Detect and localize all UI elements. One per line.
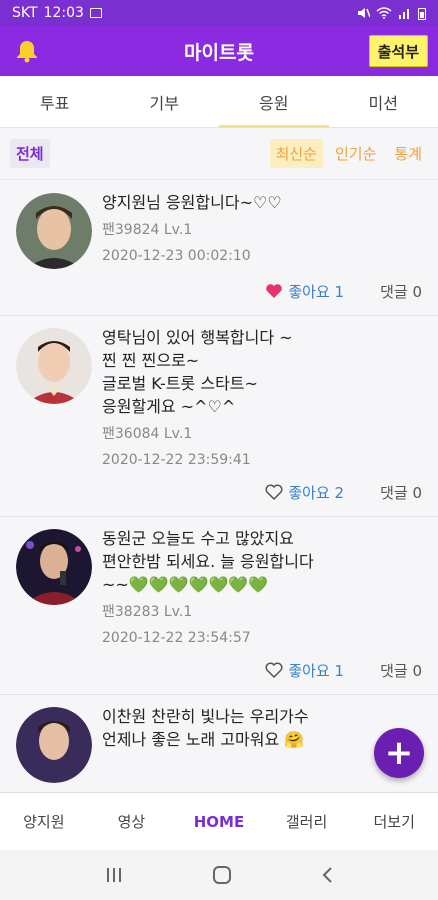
bottom-nav: 양지원 영상 HOME 갤러리 더보기 bbox=[0, 792, 438, 850]
post-message: 이찬원 찬란히 빛나는 우리가수 언제나 좋은 노래 고마워요 🤗 bbox=[102, 707, 309, 749]
heart-filled-icon bbox=[266, 284, 283, 298]
app-bar: 마이트롯 출석부 bbox=[0, 26, 438, 76]
tab-vote[interactable]: 투표 bbox=[0, 76, 110, 127]
like-button[interactable]: 좋아요 1 bbox=[265, 281, 344, 302]
bell-icon[interactable] bbox=[14, 38, 40, 64]
signal-icon bbox=[399, 9, 409, 19]
image-notification-icon bbox=[89, 8, 102, 18]
mute-icon bbox=[358, 8, 370, 18]
comment-count[interactable]: 댓글 0 bbox=[380, 281, 422, 302]
comment-count[interactable]: 댓글 0 bbox=[380, 482, 422, 503]
wifi-icon bbox=[376, 7, 392, 19]
nav-gallery[interactable]: 갤러리 bbox=[263, 793, 351, 850]
post-date: 2020-12-22 23:54:57 bbox=[102, 630, 251, 646]
avatar[interactable] bbox=[16, 707, 92, 783]
post-item[interactable]: 영탁님이 있어 행복합니다 ~ 찐 찐 찐으로~ 글로벌 K-트롯 스타트~ 응… bbox=[0, 316, 438, 517]
nav-video[interactable]: 영상 bbox=[88, 793, 176, 850]
nav-home[interactable]: HOME bbox=[175, 793, 263, 850]
post-author: 팬39824 Lv.1 bbox=[102, 222, 193, 238]
comment-count[interactable]: 댓글 0 bbox=[380, 660, 422, 681]
system-nav-bar bbox=[0, 850, 438, 900]
like-button[interactable]: 좋아요 1 bbox=[265, 660, 344, 681]
avatar[interactable] bbox=[16, 529, 92, 605]
tab-mission[interactable]: 미션 bbox=[329, 76, 438, 127]
back-icon[interactable] bbox=[320, 865, 334, 885]
post-date: 2020-12-22 23:59:41 bbox=[102, 452, 251, 468]
avatar[interactable] bbox=[16, 193, 92, 269]
status-bar: SKT 12:03 bbox=[0, 0, 438, 26]
nav-yangjiwon[interactable]: 양지원 bbox=[0, 793, 88, 850]
post-item[interactable]: 이찬원 찬란히 빛나는 우리가수 언제나 좋은 노래 고마워요 🤗 bbox=[0, 695, 438, 791]
heart-outline-icon bbox=[265, 484, 283, 500]
post-author: 팬36084 Lv.1 bbox=[102, 426, 193, 442]
post-author: 팬38283 Lv.1 bbox=[102, 604, 193, 620]
recent-apps-icon[interactable] bbox=[104, 866, 124, 884]
stats-button[interactable]: 통계 bbox=[388, 139, 428, 168]
sort-latest-button[interactable]: 최신순 bbox=[269, 139, 323, 168]
post-message: 동원군 오늘도 수고 많았지요 편안한밤 되세요. 늘 응원합니다 ~~💚💚💚💚… bbox=[102, 529, 314, 594]
avatar[interactable] bbox=[16, 328, 92, 404]
like-count: 좋아요 1 bbox=[288, 661, 345, 680]
home-icon[interactable] bbox=[211, 864, 233, 886]
heart-outline-icon bbox=[265, 662, 283, 678]
tab-donate[interactable]: 기부 bbox=[110, 76, 220, 127]
post-item[interactable]: 양지원님 응원합니다~♡♡ 팬39824 Lv.1 2020-12-23 00:… bbox=[0, 181, 438, 316]
attendance-button[interactable]: 출석부 bbox=[368, 35, 428, 67]
add-post-button[interactable]: + bbox=[374, 728, 424, 778]
plus-icon: + bbox=[384, 733, 414, 773]
sort-popular-button[interactable]: 인기순 bbox=[329, 139, 382, 168]
filter-all-button[interactable]: 전체 bbox=[10, 139, 50, 168]
like-button[interactable]: 좋아요 2 bbox=[265, 482, 344, 503]
sort-group: 최신순 인기순 통계 bbox=[269, 139, 428, 168]
nav-more[interactable]: 더보기 bbox=[350, 793, 438, 850]
battery-icon bbox=[418, 7, 426, 20]
post-message: 양지원님 응원합니다~♡♡ bbox=[102, 193, 282, 212]
clock-label: 12:03 bbox=[43, 5, 84, 21]
top-tabs: 투표 기부 응원 미션 bbox=[0, 76, 438, 128]
cheer-feed: 양지원님 응원합니다~♡♡ 팬39824 Lv.1 2020-12-23 00:… bbox=[0, 181, 438, 791]
post-item[interactable]: 동원군 오늘도 수고 많았지요 편안한밤 되세요. 늘 응원합니다 ~~💚💚💚💚… bbox=[0, 517, 438, 695]
post-message: 영탁님이 있어 행복합니다 ~ 찐 찐 찐으로~ 글로벌 K-트롯 스타트~ 응… bbox=[102, 328, 293, 416]
carrier-label: SKT bbox=[12, 5, 38, 21]
like-count: 좋아요 2 bbox=[288, 483, 345, 502]
tab-cheer[interactable]: 응원 bbox=[219, 76, 329, 128]
app-title: 마이트롯 bbox=[184, 41, 254, 64]
post-date: 2020-12-23 00:02:10 bbox=[102, 248, 251, 264]
filter-bar: 전체 최신순 인기순 통계 bbox=[0, 128, 438, 180]
like-count: 좋아요 1 bbox=[288, 282, 345, 301]
